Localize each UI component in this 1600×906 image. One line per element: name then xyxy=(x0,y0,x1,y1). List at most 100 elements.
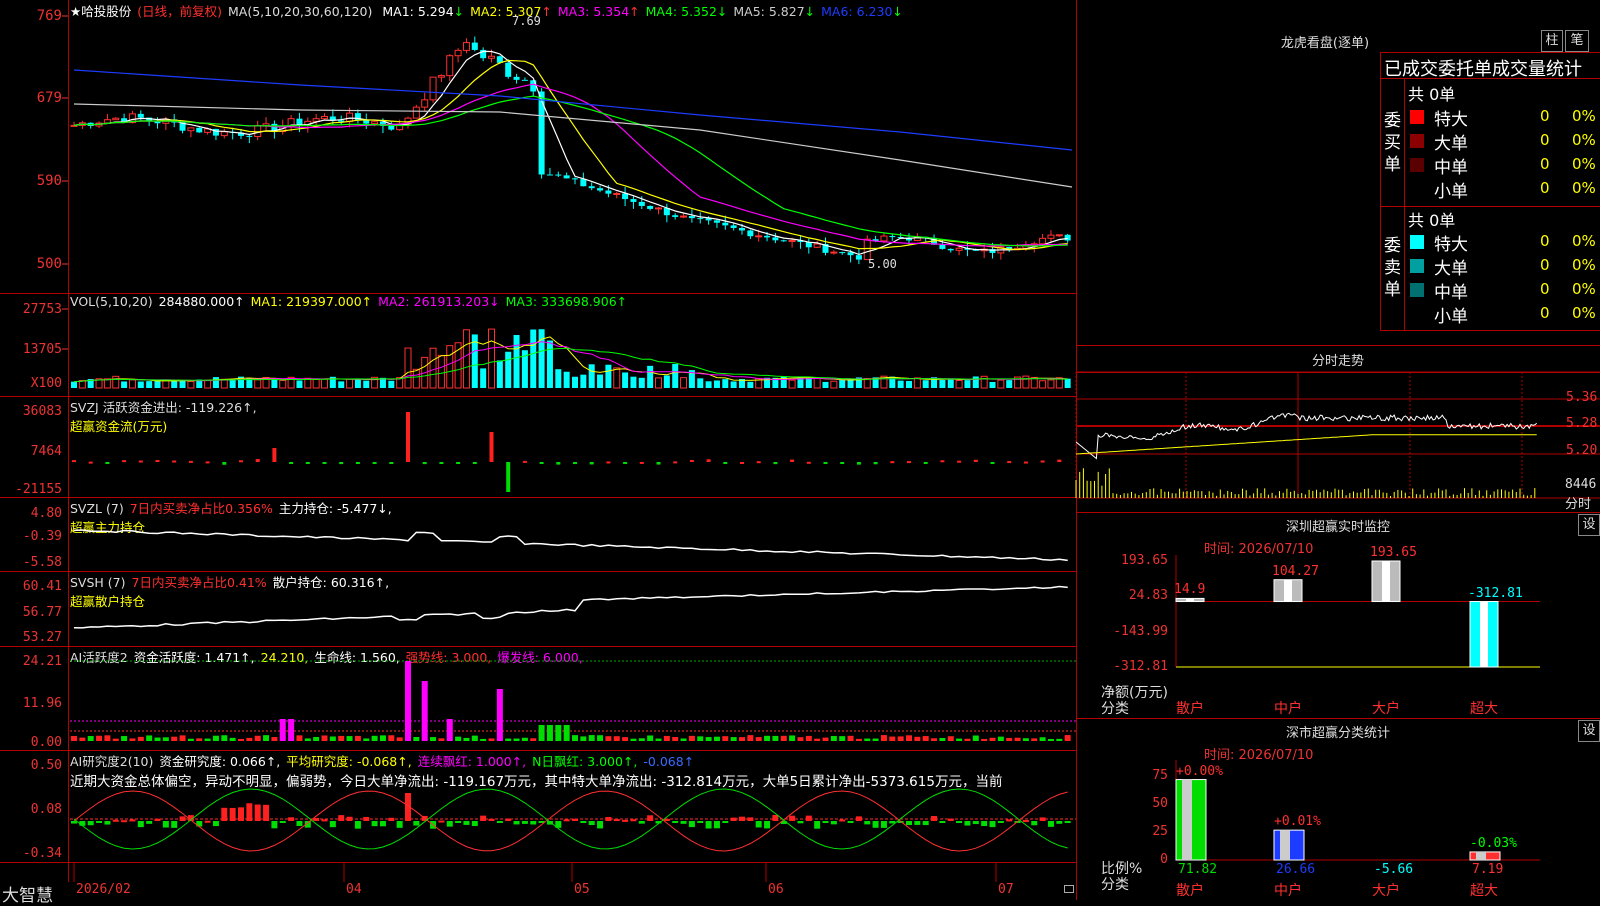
candle-body xyxy=(688,216,695,219)
research-bar xyxy=(755,821,762,828)
volume-bar xyxy=(913,377,921,389)
classify-ratio-label: -5.66 xyxy=(1374,862,1414,877)
order-size-swatch xyxy=(1410,134,1424,148)
activity-bar xyxy=(1039,737,1046,741)
activity-bar xyxy=(271,737,278,741)
volume-bar xyxy=(404,347,412,389)
activity-bar xyxy=(488,738,495,741)
candle-body xyxy=(488,55,495,59)
fund-flow-bar xyxy=(756,461,761,464)
order-size-pct: 0% xyxy=(1572,304,1596,322)
monitor-chart[interactable] xyxy=(1170,555,1570,695)
volume-bars[interactable] xyxy=(0,294,1076,396)
fund-flow-bar xyxy=(389,462,394,464)
retail-position-line[interactable] xyxy=(0,572,1076,646)
activity-bar xyxy=(446,719,453,741)
activity-bar xyxy=(655,738,662,741)
candle-body xyxy=(346,112,354,123)
research-bar xyxy=(797,821,804,824)
research-bar xyxy=(388,817,395,821)
fund-flow-bar xyxy=(1007,461,1012,464)
volume-bar xyxy=(713,380,720,388)
fund-flow-bar xyxy=(589,462,594,465)
candle-body xyxy=(680,215,688,218)
candle-body xyxy=(371,121,379,125)
activity-bar xyxy=(906,735,912,741)
volume-bar xyxy=(187,380,195,389)
research-bar xyxy=(296,821,303,826)
classify-ratio-label: 71.82 xyxy=(1178,862,1218,877)
volume-bar xyxy=(1006,380,1013,388)
activity-bar xyxy=(388,735,395,741)
candle-body xyxy=(437,75,445,78)
volume-bar xyxy=(638,377,645,388)
volume-bar xyxy=(437,354,445,389)
activity-bar xyxy=(313,736,320,741)
research-bars[interactable] xyxy=(0,751,1076,863)
activity-bar xyxy=(196,738,203,741)
research-bar xyxy=(705,821,712,829)
main-position-line[interactable] xyxy=(0,498,1076,571)
buy-total: 共 0单 xyxy=(1408,85,1456,104)
activity-bar xyxy=(880,735,887,741)
research-bar xyxy=(1064,821,1071,823)
research-bar xyxy=(379,821,386,827)
fund-flow-bar xyxy=(706,459,711,462)
candle-body xyxy=(412,106,420,119)
volume-bar xyxy=(296,380,303,388)
intraday-title: 分时走势 xyxy=(1311,354,1364,369)
candle-body xyxy=(112,117,120,121)
activity-bar xyxy=(638,738,645,741)
classify-ytick: 25 xyxy=(1152,824,1168,839)
volume-bar xyxy=(997,379,1005,389)
candle-body xyxy=(713,220,720,223)
sell-total: 共 0单 xyxy=(1408,211,1456,230)
research-bar xyxy=(238,807,244,821)
monitor-value-label: -312.81 xyxy=(1468,585,1523,601)
volume-bar xyxy=(71,381,77,388)
brand-label: 大智慧 xyxy=(2,886,53,906)
classify-settings-button[interactable]: 设 xyxy=(1578,720,1600,742)
activity-bar xyxy=(538,725,545,741)
fund-flow-bars[interactable] xyxy=(0,397,1076,497)
activity-bar xyxy=(580,736,587,741)
candle-body xyxy=(880,235,888,242)
candle-body xyxy=(538,91,545,175)
volume-bar xyxy=(321,378,328,389)
monitor-settings-button[interactable]: 设 xyxy=(1578,514,1600,536)
activity-bars[interactable] xyxy=(0,647,1076,751)
research-bar xyxy=(480,815,487,821)
price-candles[interactable] xyxy=(0,0,1076,293)
activity-bar xyxy=(1014,737,1021,741)
volume-bar xyxy=(613,367,621,389)
classify-chart[interactable] xyxy=(1170,760,1570,880)
research-bar xyxy=(455,821,462,823)
research-bar xyxy=(346,816,353,821)
candle-body xyxy=(622,193,629,200)
fund-flow-bar xyxy=(322,462,327,464)
activity-bar xyxy=(246,737,253,741)
monitor-category: 超大 xyxy=(1470,701,1498,717)
order-size-count: 0 xyxy=(1540,131,1550,149)
activity-bar xyxy=(521,737,528,741)
fund-flow-bar xyxy=(1023,461,1028,464)
monitor-category: 中户 xyxy=(1274,701,1302,717)
candle-body xyxy=(739,227,745,231)
volume-bar xyxy=(1064,378,1071,388)
candle-body xyxy=(546,174,553,176)
activity-bar xyxy=(354,735,361,741)
research-bar xyxy=(263,804,270,821)
research-bar xyxy=(137,821,144,828)
candle-body xyxy=(1047,234,1055,239)
activity-bar xyxy=(187,738,194,741)
pen-mode-button[interactable]: 笔 xyxy=(1565,30,1589,52)
candle-body xyxy=(338,120,345,122)
fund-flow-bar xyxy=(856,462,861,465)
intraday-chart[interactable] xyxy=(1075,371,1600,512)
volume-bar xyxy=(546,340,553,388)
activity-bar xyxy=(613,736,620,741)
fund-flow-bar xyxy=(239,460,243,463)
lock-icon[interactable] xyxy=(1064,885,1074,893)
bar-mode-button[interactable]: 柱 xyxy=(1541,30,1563,52)
activity-bar xyxy=(1064,735,1071,741)
